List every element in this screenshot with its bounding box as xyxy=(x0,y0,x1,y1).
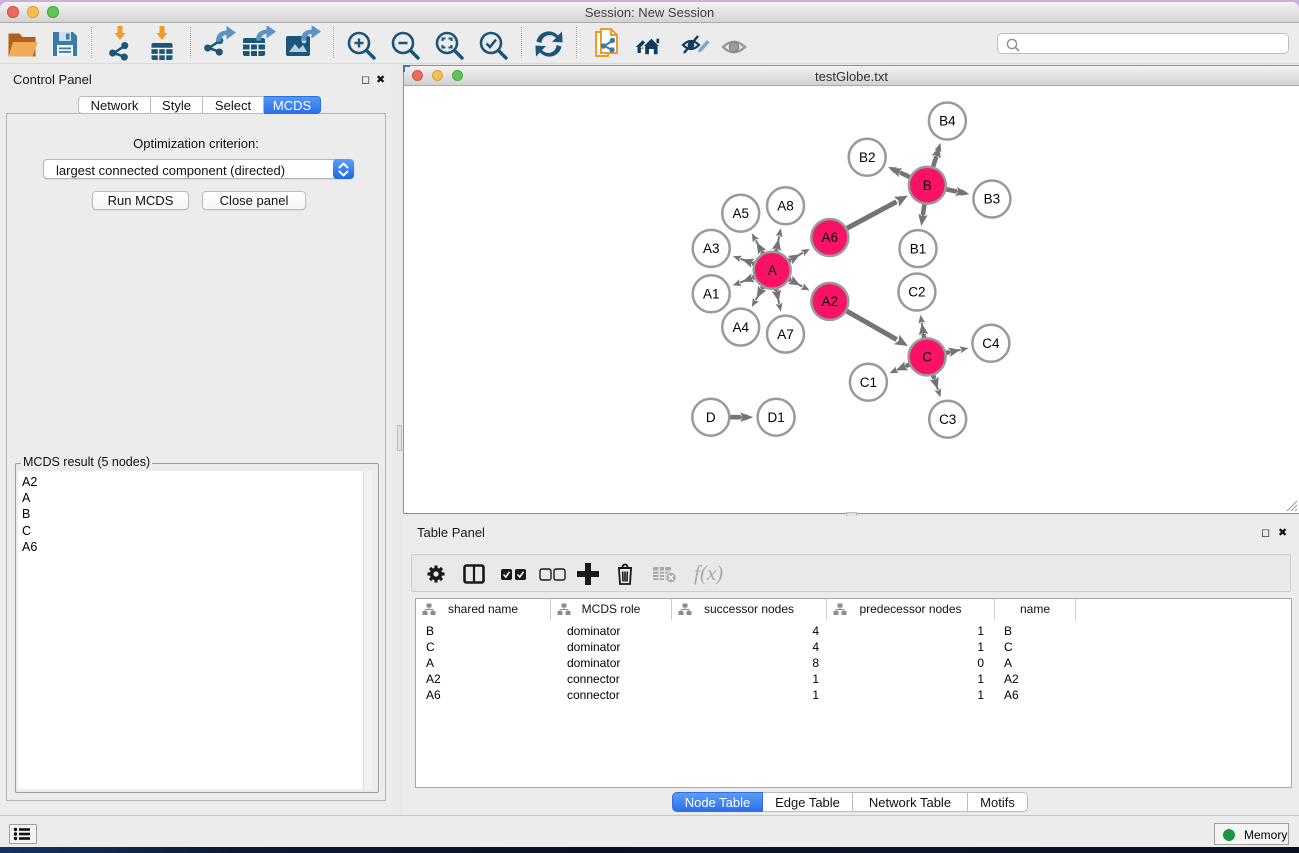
svg-text:C2: C2 xyxy=(908,285,925,300)
svg-text:D: D xyxy=(706,410,716,425)
svg-text:A2: A2 xyxy=(822,294,839,309)
svg-text:B1: B1 xyxy=(910,241,927,256)
svg-text:A3: A3 xyxy=(703,241,720,256)
svg-text:C4: C4 xyxy=(982,336,1000,351)
svg-text:A5: A5 xyxy=(732,206,749,221)
svg-text:B4: B4 xyxy=(939,114,956,129)
svg-text:C3: C3 xyxy=(939,412,956,427)
svg-text:A: A xyxy=(768,263,777,278)
svg-text:B2: B2 xyxy=(859,150,876,165)
svg-text:B: B xyxy=(923,178,932,193)
svg-text:A8: A8 xyxy=(777,199,794,214)
svg-text:B3: B3 xyxy=(984,192,1001,207)
svg-text:C1: C1 xyxy=(860,375,877,390)
svg-text:A6: A6 xyxy=(822,230,839,245)
svg-text:A7: A7 xyxy=(777,327,794,342)
svg-text:A1: A1 xyxy=(703,287,720,302)
svg-text:A4: A4 xyxy=(732,320,749,335)
svg-text:D1: D1 xyxy=(767,410,784,425)
svg-text:C: C xyxy=(922,350,932,365)
